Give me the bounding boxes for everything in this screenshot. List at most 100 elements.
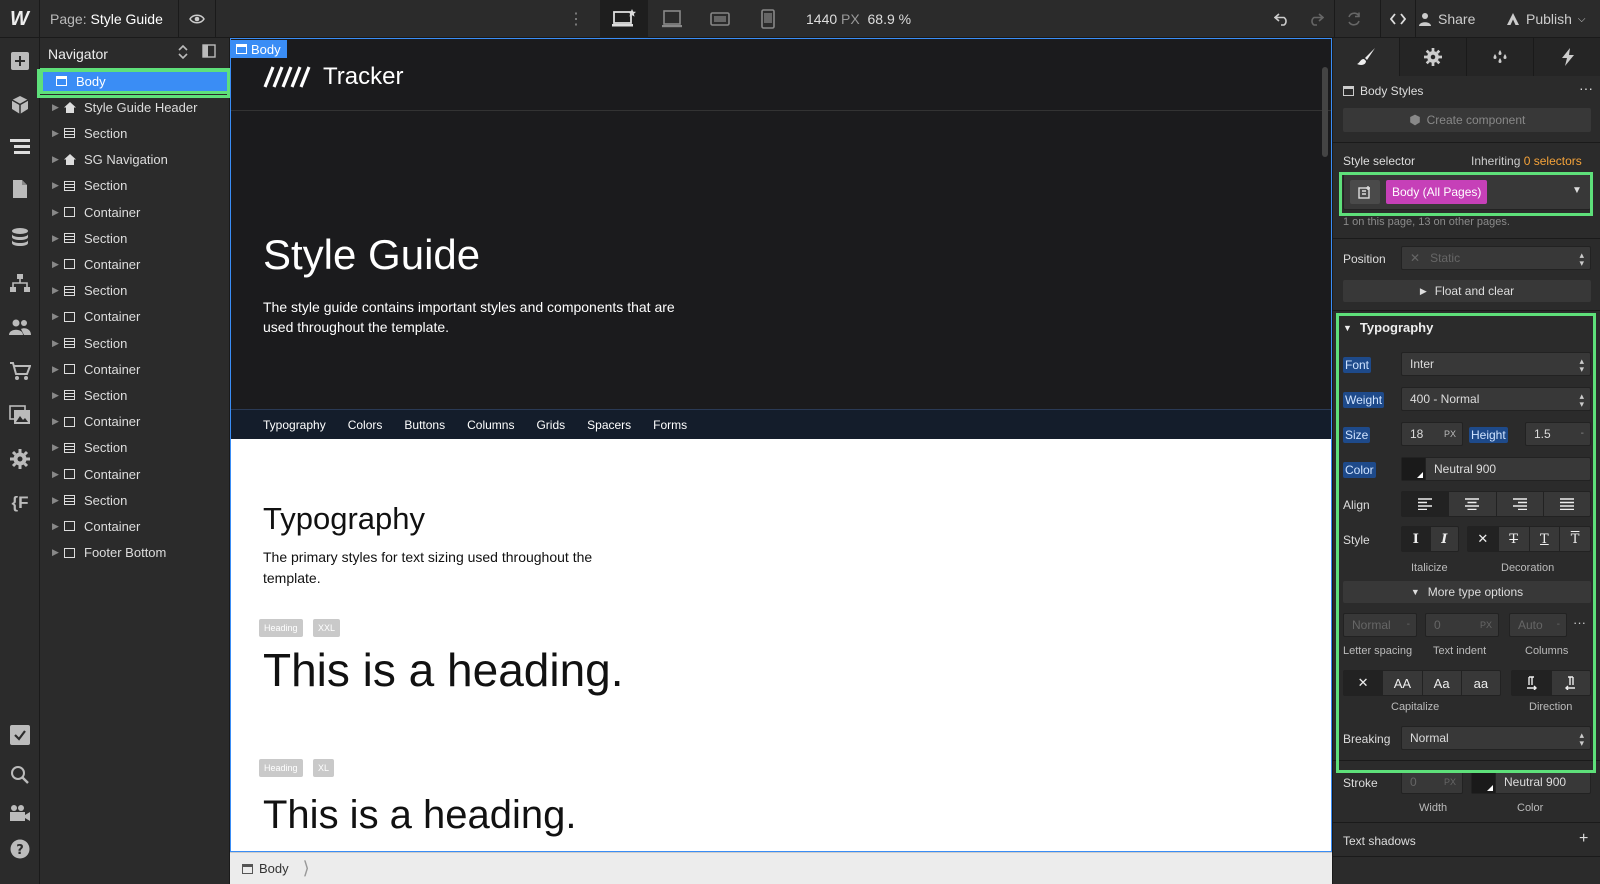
- navigator-icon[interactable]: [0, 132, 40, 162]
- weight-select[interactable]: 400 - Normal ▴ ▾: [1401, 387, 1591, 411]
- typography-section-header[interactable]: ▼ Typography: [1343, 320, 1433, 335]
- navigator-item[interactable]: ▶ Section: [40, 120, 230, 146]
- caret-right-icon[interactable]: ▶: [52, 285, 59, 296]
- navigator-item[interactable]: ▶ Container: [40, 461, 230, 487]
- navigator-item-body[interactable]: Body: [40, 68, 230, 94]
- underline-icon[interactable]: T: [1529, 527, 1561, 551]
- sync-icon[interactable]: [1334, 0, 1372, 38]
- heading-badge[interactable]: Heading: [259, 619, 303, 637]
- style-guide-nav[interactable]: Typography Colors Buttons Columns Grids Space…: [231, 409, 1331, 439]
- inheriting-info[interactable]: Inheriting 0 selectors: [1471, 154, 1582, 168]
- uppercase-option[interactable]: AA: [1383, 671, 1423, 695]
- navigator-item[interactable]: ▶ Container: [40, 513, 230, 539]
- desktop-base-icon[interactable]: [600, 0, 648, 38]
- caret-right-icon[interactable]: ▶: [52, 233, 59, 244]
- stroke-color-swatch[interactable]: [1472, 771, 1496, 793]
- heading-badge[interactable]: Heading: [259, 759, 303, 777]
- selector-state-icon[interactable]: [1350, 180, 1380, 204]
- more-options-icon[interactable]: ···: [1579, 80, 1593, 96]
- create-component-button[interactable]: Create component: [1343, 108, 1591, 132]
- hero-title[interactable]: Style Guide: [263, 231, 480, 279]
- line-height-input[interactable]: 1.5 -: [1525, 422, 1591, 446]
- tab-settings[interactable]: [1400, 38, 1467, 76]
- navigator-item[interactable]: ▶ Footer Bottom: [40, 540, 230, 566]
- variables-icon[interactable]: {F: [0, 488, 40, 518]
- font-select[interactable]: Inter ▴ ▾: [1401, 352, 1591, 376]
- navigator-item[interactable]: ▶ Section: [40, 278, 230, 304]
- italic-on-icon[interactable]: I: [1430, 527, 1458, 551]
- canvas-nav-link[interactable]: Columns: [467, 418, 514, 432]
- components-cube-icon[interactable]: [0, 90, 40, 120]
- capitalize-none-icon[interactable]: ✕: [1344, 671, 1384, 695]
- navigator-item[interactable]: ▶ Section: [40, 225, 230, 251]
- xl-badge[interactable]: XL: [313, 759, 335, 777]
- help-icon[interactable]: ?: [0, 834, 40, 864]
- caret-right-icon[interactable]: ▶: [52, 469, 59, 480]
- letter-spacing-input[interactable]: Normal -: [1343, 613, 1417, 637]
- undo-icon[interactable]: [1270, 0, 1294, 38]
- heading-xl-sample[interactable]: This is a heading.: [263, 793, 577, 838]
- caret-right-icon[interactable]: ▶: [52, 154, 59, 165]
- users-icon[interactable]: [0, 312, 40, 342]
- canvas-nav-link[interactable]: Forms: [653, 418, 687, 432]
- color-swatch[interactable]: [1402, 458, 1426, 480]
- logic-flow-icon[interactable]: [0, 268, 40, 298]
- navigator-item[interactable]: ▶ Section: [40, 487, 230, 513]
- breaking-select[interactable]: Normal ▴ ▾: [1401, 726, 1591, 750]
- code-icon[interactable]: [1380, 0, 1416, 38]
- align-center-icon[interactable]: [1449, 492, 1497, 516]
- ecommerce-cart-icon[interactable]: [0, 356, 40, 386]
- size-input[interactable]: 18 PX: [1401, 422, 1463, 446]
- caret-right-icon[interactable]: ▶: [52, 390, 59, 401]
- navigator-item[interactable]: ▶ Container: [40, 304, 230, 330]
- pages-icon[interactable]: [0, 174, 40, 204]
- caret-right-icon[interactable]: ▶: [52, 180, 59, 191]
- design-canvas[interactable]: Tracker Style Guide The style guide cont…: [230, 38, 1332, 852]
- caret-right-icon[interactable]: ▶: [52, 102, 59, 113]
- collapse-all-icon[interactable]: [178, 44, 188, 63]
- style-selector-field[interactable]: Body (All Pages) ▼: [1343, 174, 1591, 210]
- lowercase-option[interactable]: aa: [1461, 671, 1500, 695]
- decoration-none-icon[interactable]: ✕: [1468, 527, 1499, 551]
- size-unit[interactable]: PX: [1444, 429, 1456, 439]
- chevron-down-icon[interactable]: ▼: [1572, 185, 1582, 196]
- navigator-item[interactable]: ▶ Container: [40, 356, 230, 382]
- settings-gear-icon[interactable]: [0, 444, 40, 474]
- navigator-item[interactable]: ▶ SG Navigation: [40, 147, 230, 173]
- site-header[interactable]: Tracker: [231, 39, 1331, 111]
- strikethrough-icon[interactable]: T: [1498, 527, 1530, 551]
- selector-chip-body[interactable]: Body (All Pages): [1386, 180, 1488, 204]
- video-tutorials-icon[interactable]: [0, 798, 40, 828]
- color-picker[interactable]: Neutral 900: [1401, 457, 1591, 481]
- navigator-item[interactable]: ▶ Section: [40, 330, 230, 356]
- more-type-options-toggle[interactable]: ▼ More type options: [1343, 581, 1591, 603]
- stroke-color-picker[interactable]: Neutral 900: [1471, 770, 1591, 794]
- caret-right-icon[interactable]: ▶: [52, 495, 59, 506]
- align-right-icon[interactable]: [1496, 492, 1544, 516]
- capitalize-option[interactable]: Aa: [1422, 671, 1462, 695]
- navigator-item[interactable]: ▶ Style Guide Header: [40, 94, 230, 120]
- align-justify-icon[interactable]: [1543, 492, 1590, 516]
- tablet-landscape-icon[interactable]: [696, 0, 744, 38]
- more-dots-icon[interactable]: ⋮: [568, 9, 584, 29]
- navigator-item[interactable]: ▶ Container: [40, 251, 230, 277]
- line-height-unit[interactable]: -: [1581, 428, 1584, 439]
- add-text-shadow-icon[interactable]: +: [1579, 830, 1588, 848]
- tasks-check-icon[interactable]: [0, 720, 40, 750]
- navigator-item[interactable]: ▶ Container: [40, 409, 230, 435]
- pin-panel-icon[interactable]: [202, 44, 216, 61]
- breadcrumb-item-body[interactable]: Body: [259, 861, 289, 876]
- typography-description[interactable]: The primary styles for text sizing used …: [263, 547, 633, 589]
- caret-right-icon[interactable]: ▶: [52, 311, 59, 322]
- text-indent-input[interactable]: 0 PX: [1425, 613, 1499, 637]
- stroke-width-unit[interactable]: PX: [1444, 777, 1456, 787]
- typography-heading[interactable]: Typography: [263, 501, 425, 537]
- navigator-item[interactable]: ▶ Section: [40, 382, 230, 408]
- mobile-icon[interactable]: [744, 0, 792, 38]
- caret-right-icon[interactable]: ▶: [52, 338, 59, 349]
- caret-right-icon[interactable]: ▶: [52, 521, 59, 532]
- brand-logo[interactable]: Tracker: [263, 63, 403, 91]
- caret-right-icon[interactable]: ▶: [52, 547, 59, 558]
- tab-interactions[interactable]: [1534, 38, 1600, 76]
- letter-spacing-unit[interactable]: -: [1407, 619, 1410, 630]
